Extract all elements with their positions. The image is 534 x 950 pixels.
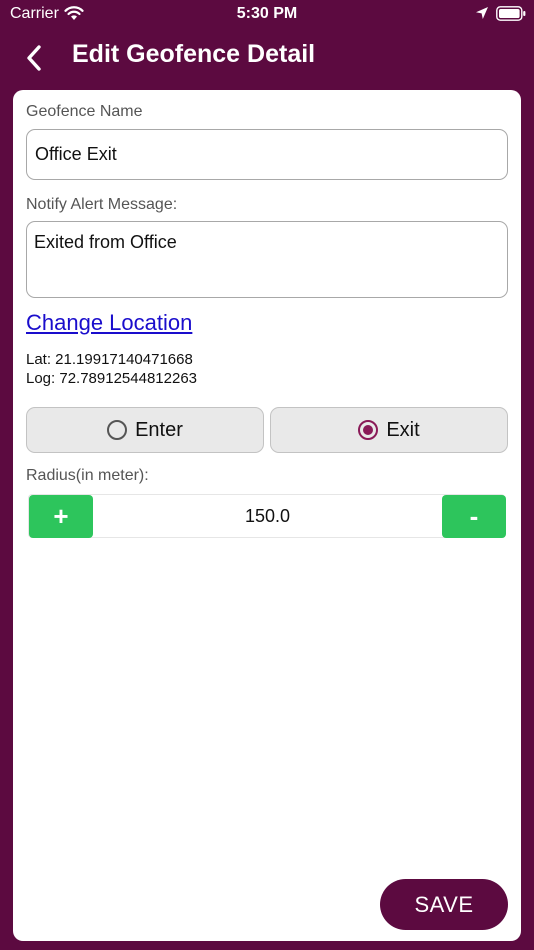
form-card: Geofence Name Office Exit Notify Alert M… [13, 90, 521, 941]
enter-option-button[interactable]: Enter [26, 407, 264, 453]
radio-selected-icon [358, 420, 379, 440]
exit-option-label: Exit [386, 418, 420, 441]
location-arrow-icon [476, 7, 488, 19]
geofence-name-input[interactable]: Office Exit [26, 129, 508, 180]
decrease-radius-button[interactable]: - [442, 495, 506, 538]
radius-value[interactable]: 150.0 [93, 495, 442, 538]
page-title: Edit Geofence Detail [72, 40, 316, 68]
status-time: 5:30 PM [236, 5, 298, 22]
exit-option-button[interactable]: Exit [270, 407, 508, 453]
chevron-left-icon [27, 45, 41, 71]
increase-radius-button[interactable]: + [29, 495, 93, 538]
alert-message-label: Notify Alert Message: [26, 196, 178, 213]
latitude-text: Lat: 21.19917140471668 [26, 351, 193, 368]
radio-unselected-icon [107, 420, 128, 440]
geofence-name-label: Geofence Name [26, 103, 143, 120]
longitude-text: Log: 72.78912544812263 [26, 370, 198, 387]
alert-message-input[interactable]: Exited from Office [26, 221, 508, 298]
back-button[interactable] [14, 38, 54, 78]
change-location-link[interactable]: Change Location [26, 310, 192, 336]
enter-option-label: Enter [135, 418, 183, 441]
radius-label: Radius(in meter): [26, 467, 149, 484]
save-button[interactable]: SAVE [380, 879, 508, 930]
navigation-bar: Edit Geofence Detail [0, 30, 534, 86]
status-bar: Carrier 5:30 PM [0, 0, 534, 30]
battery-icon [496, 6, 526, 21]
